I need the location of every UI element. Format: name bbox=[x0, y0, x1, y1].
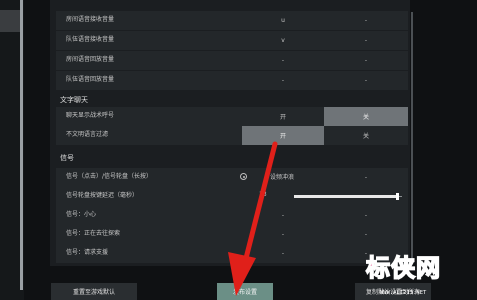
watermark-logo: 标侠网 bbox=[365, 253, 441, 283]
watermark-url: WWW.ALI213.NET bbox=[380, 290, 427, 296]
arrow-head bbox=[228, 252, 256, 296]
